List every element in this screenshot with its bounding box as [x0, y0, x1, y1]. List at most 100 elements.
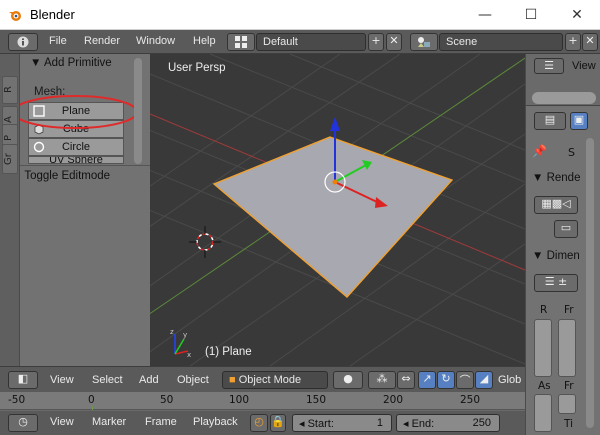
transform-orientation-icon-button[interactable]: ◢	[475, 371, 493, 389]
translate-manipulator-button[interactable]: ↗	[418, 371, 436, 389]
solid-shading-icon: ●	[343, 372, 353, 385]
x-icon: ✕	[585, 34, 595, 47]
end-frame-field[interactable]: ◂ End: 250	[396, 414, 500, 432]
render-buttons-group[interactable]: ▦▩◁	[534, 196, 578, 214]
scene-name-field[interactable]: Scene	[439, 33, 563, 51]
end-frame-label: End:	[411, 418, 435, 430]
frame-start-field[interactable]	[558, 319, 576, 377]
rotate-manipulator-button[interactable]: ↻	[437, 371, 455, 389]
properties-panel: ☰ View ▤ ▣ 📌 S ▼ Rende ▦▩◁ ▭ ▼ Dimen ☰ ±…	[525, 54, 600, 435]
clock-icon: ◷	[18, 415, 28, 428]
transform-orientation-selector[interactable]: Glob	[498, 374, 521, 386]
list-icon: ☰	[544, 59, 554, 72]
render-panel-header[interactable]: ▼ Rende	[532, 172, 580, 184]
minimize-button[interactable]: —	[462, 0, 508, 30]
scene-breadcrumb: S	[568, 146, 575, 159]
tool-shelf-scrollbar[interactable]	[134, 58, 142, 164]
ruler-tick-label: -50	[8, 394, 26, 406]
add-scene-button[interactable]: +	[565, 33, 581, 51]
z-arrow-icon[interactable]	[330, 117, 340, 131]
svg-text:x: x	[187, 351, 191, 359]
aspect-x-field[interactable]	[534, 394, 552, 432]
frame-rate-label: Fr	[564, 380, 574, 392]
timeline-editor-type-button[interactable]: ◷	[8, 414, 38, 432]
screen-layout-selector[interactable]	[227, 33, 255, 51]
current-frame-marker	[92, 406, 93, 410]
render-image-icon: ▦▩◁	[541, 197, 571, 210]
scale-manipulator-button[interactable]: ⌒	[456, 371, 474, 389]
timeline-menu-marker[interactable]: Marker	[92, 416, 126, 428]
translate-icon: ↗	[422, 372, 432, 385]
editor-type-info-button[interactable]	[8, 33, 38, 51]
pivot-point-selector[interactable]: ⁂	[368, 371, 396, 389]
outliner-view-menu[interactable]: View	[572, 60, 596, 72]
timeline-menu-frame[interactable]: Frame	[145, 416, 177, 428]
lock-icon: 🔒	[271, 415, 285, 428]
view3d-menu-select[interactable]: Select	[92, 374, 123, 386]
properties-editor-type-button[interactable]: ▤	[534, 112, 566, 130]
scene-selector[interactable]	[410, 33, 438, 51]
ruler-tick-label: 200	[383, 394, 404, 406]
lock-frame-button[interactable]: 🔒	[270, 414, 286, 432]
ruler-tick-label: 0	[88, 394, 95, 406]
info-header: File Render Window Help Default + ✕ Scen…	[0, 30, 600, 54]
remove-layout-button[interactable]: ✕	[386, 33, 402, 51]
viewport-shading-selector[interactable]: ●	[333, 371, 363, 389]
timeline-menu-view[interactable]: View	[50, 416, 74, 428]
preset-list-icon: ☰ ±	[544, 275, 568, 288]
frame-rate-field[interactable]	[558, 394, 576, 414]
render-context-button[interactable]: ▣	[570, 112, 588, 130]
cube-view-icon: ◧	[17, 372, 29, 385]
timeline-ruler[interactable]: -50 0 50 100 150 200 250	[0, 392, 525, 410]
menu-window[interactable]: Window	[136, 35, 175, 47]
3d-cursor-icon[interactable]	[189, 226, 221, 258]
tab-r[interactable]: R	[2, 76, 18, 104]
svg-text:y: y	[183, 331, 187, 339]
remove-scene-button[interactable]: ✕	[582, 33, 598, 51]
view3d-menu-view[interactable]: View	[50, 374, 74, 386]
render-panel-title: Rende	[546, 172, 581, 184]
properties-scrollbar[interactable]	[586, 138, 594, 428]
view3d-editor-type-button[interactable]: ◧	[8, 371, 38, 389]
view3d-menu-object[interactable]: Object	[177, 374, 209, 386]
timeline-menu-playback[interactable]: Playback	[193, 416, 238, 428]
manipulator-toggle[interactable]: ⇔	[397, 371, 415, 389]
menu-render[interactable]: Render	[84, 35, 120, 47]
dimensions-panel-title: Dimen	[546, 250, 580, 262]
start-frame-field[interactable]: ◂ Start: 1	[292, 414, 392, 432]
menu-file[interactable]: File	[49, 35, 67, 47]
decrement-icon: ◂	[403, 418, 409, 430]
outliner-scrollbar[interactable]	[532, 92, 596, 104]
pin-icon[interactable]: 📌	[532, 144, 547, 158]
operator-panel-title: Toggle Editmode	[24, 170, 111, 182]
stopwatch-icon: ◴	[254, 415, 264, 428]
tool-shelf-tabs: R A P Gr	[0, 54, 20, 366]
add-primitive-panel-header[interactable]: ▼ Add Primitive	[30, 57, 112, 69]
add-uv-sphere-button[interactable]: UV Sphere	[28, 156, 124, 164]
resolution-x-field[interactable]	[534, 319, 552, 377]
dimensions-panel-header[interactable]: ▼ Dimen	[532, 250, 580, 262]
use-preview-range-button[interactable]: ◴	[250, 414, 268, 432]
add-circle-button[interactable]: Circle	[28, 138, 124, 156]
ruler-tick-label: 50	[160, 394, 174, 406]
view3d-menu-add[interactable]: Add	[139, 374, 159, 386]
maximize-button[interactable]: ☐	[508, 0, 554, 30]
add-circle-label: Circle	[61, 141, 91, 153]
plus-icon: +	[371, 34, 381, 47]
blender-logo-icon	[9, 11, 21, 21]
viewport-scene: z y x	[150, 54, 525, 366]
menu-help[interactable]: Help	[193, 35, 216, 47]
interaction-mode-selector[interactable]: ■ Object Mode	[222, 371, 328, 389]
toggle-editmode-panel-header[interactable]: ▼ Toggle Editmode	[10, 170, 110, 182]
start-frame-value: 1	[376, 417, 383, 429]
close-button[interactable]: ✕	[554, 0, 600, 30]
view-perspective-label: User Persp	[168, 62, 226, 74]
render-presets-button[interactable]: ☰ ±	[534, 274, 578, 292]
render-display-button[interactable]: ▭	[554, 220, 578, 238]
tab-gr[interactable]: Gr	[2, 144, 18, 174]
screen-layout-name-field[interactable]: Default	[256, 33, 366, 51]
panel-divider	[20, 165, 150, 166]
outliner-editor-type-button[interactable]: ☰	[534, 58, 564, 74]
3d-viewport[interactable]: z y x User Persp (1) Plane	[150, 54, 525, 366]
add-layout-button[interactable]: +	[368, 33, 384, 51]
